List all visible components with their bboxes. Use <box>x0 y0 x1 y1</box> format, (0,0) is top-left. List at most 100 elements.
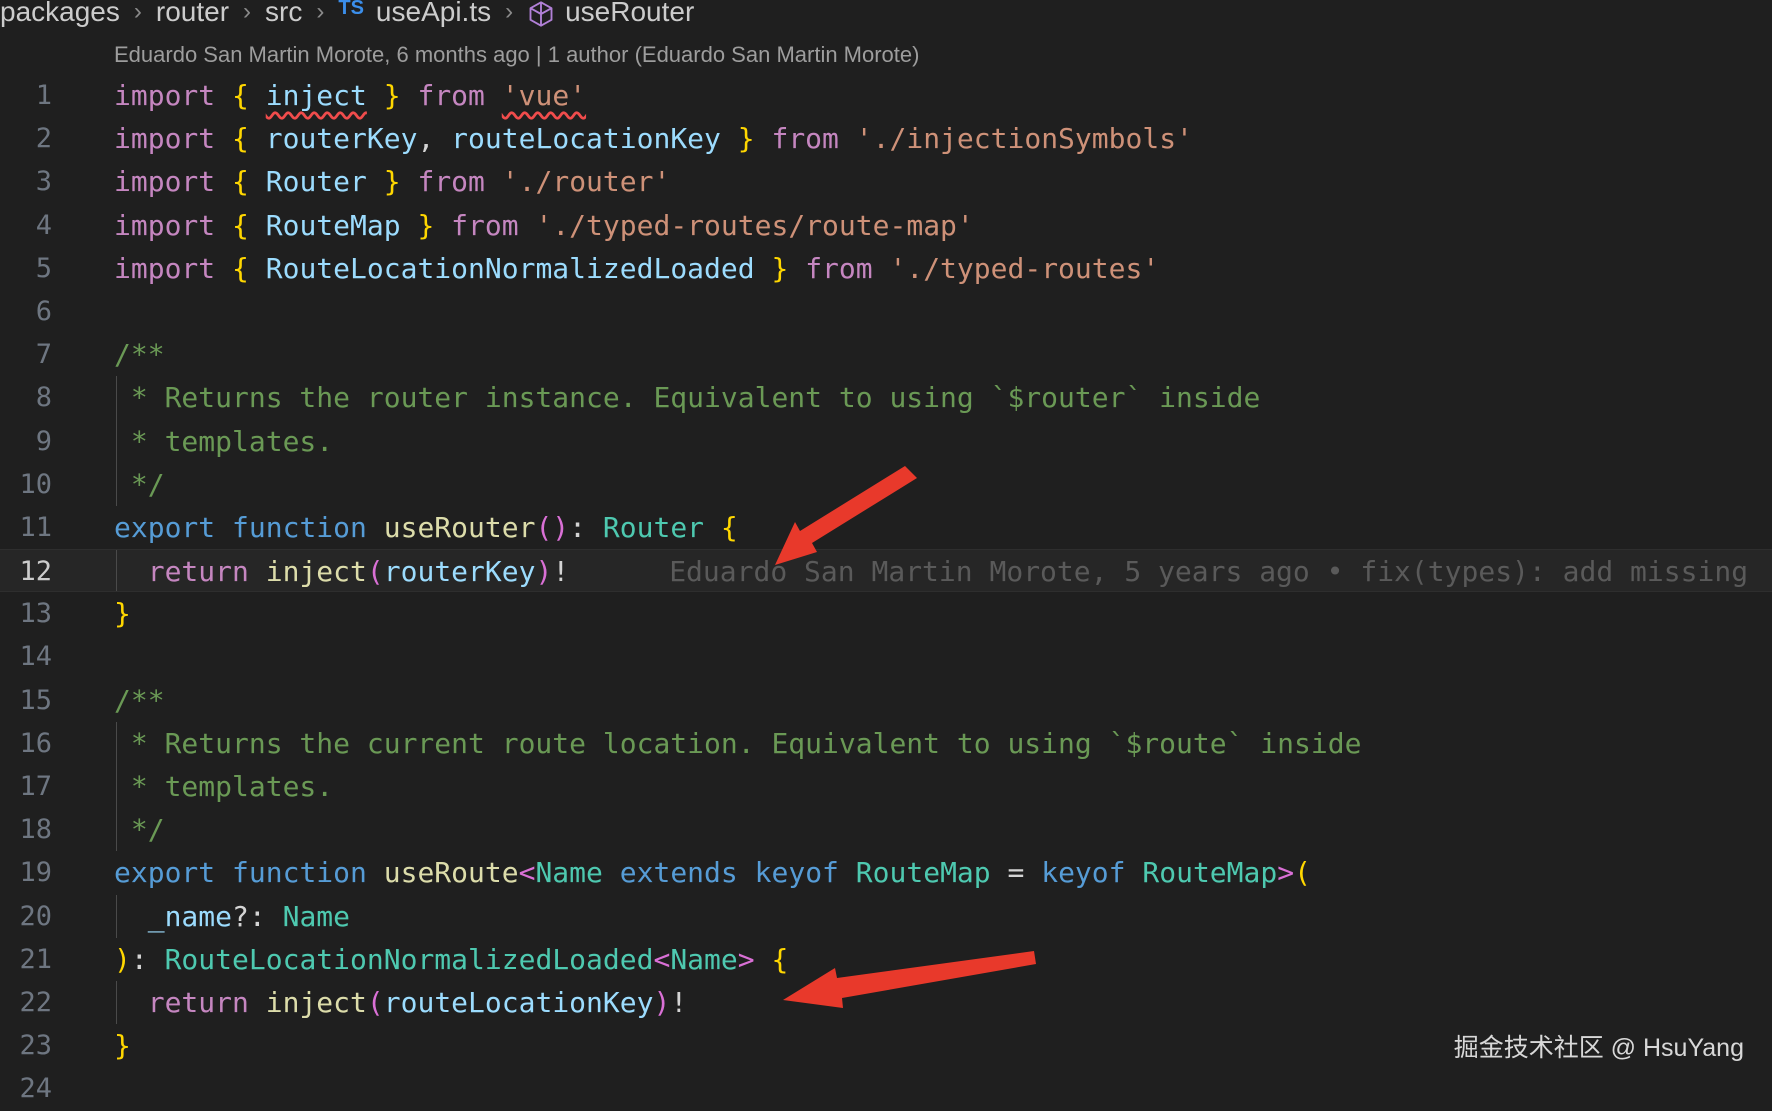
code-line[interactable]: 20 _name?: Name <box>0 894 1772 938</box>
code-token: RouteMap <box>265 208 401 242</box>
code-line[interactable]: 13} <box>0 592 1772 635</box>
code-text: /** <box>114 679 165 722</box>
code-token: ( <box>1294 856 1311 890</box>
code-line[interactable]: 10 */ <box>0 462 1772 506</box>
code-line[interactable]: 19 export function useRoute<Name extends … <box>0 851 1772 894</box>
code-token: > <box>737 942 755 976</box>
code-token: inject <box>265 79 367 112</box>
code-token: inject <box>265 555 367 589</box>
code-token: : <box>130 942 165 976</box>
code-token: Name <box>670 942 738 976</box>
code-token: return <box>147 985 249 1019</box>
line-number: 21 <box>19 943 52 975</box>
code-line[interactable]: 21): RouteLocationNormalizedLoaded<Name>… <box>0 938 1772 981</box>
code-token: * Returns the router instance. Equivalen… <box>114 381 1261 415</box>
code-text: import { inject } from 'vue' <box>114 74 586 117</box>
code-text: import { Router } from './router' <box>114 160 670 203</box>
line-number: 13 <box>19 598 52 630</box>
line-number: 9 <box>35 425 52 457</box>
code-line[interactable]: 17 * templates. <box>0 765 1772 809</box>
code-token: from <box>771 122 839 156</box>
breadcrumb-item-symbol[interactable]: useRouter <box>565 0 694 28</box>
code-token: import <box>114 208 216 242</box>
code-token: */ <box>114 813 165 847</box>
code-token: './typed-routes' <box>889 251 1160 285</box>
code-token: } <box>114 597 131 631</box>
code-token: () <box>535 510 570 544</box>
code-token: , <box>417 122 452 156</box>
breadcrumb-item-packages[interactable]: packages <box>0 0 120 28</box>
code-token: routerKey <box>265 122 418 156</box>
code-line[interactable]: 16 * Returns the current route location.… <box>0 721 1772 765</box>
code-line[interactable]: 7 /** <box>0 333 1772 376</box>
code-token: { <box>232 122 249 156</box>
code-token: { <box>232 165 249 199</box>
code-token: import <box>114 251 216 285</box>
code-token: { <box>232 79 249 112</box>
code-line[interactable]: 2 import { routerKey, routeLocationKey } … <box>0 117 1772 160</box>
code-line[interactable]: 24 <box>0 1067 1772 1110</box>
code-token: from <box>417 165 485 199</box>
breadcrumb-item-file[interactable]: useApi.ts <box>376 0 491 28</box>
code-token: from <box>805 251 873 285</box>
code-line[interactable]: 14 <box>0 635 1772 678</box>
code-token: inject <box>265 985 367 1019</box>
code-text: */ <box>114 808 165 851</box>
code-token: import <box>114 165 216 199</box>
code-token: return <box>147 555 249 589</box>
code-line[interactable]: 1 import { inject } from 'vue' <box>0 74 1772 117</box>
code-line[interactable]: 15 /** <box>0 679 1772 722</box>
code-editor[interactable]: 1 import { inject } from 'vue' 2 import { r… <box>0 74 1772 1111</box>
code-token: 'vue' <box>501 79 587 112</box>
code-token: './typed-routes/route-map' <box>535 208 974 242</box>
line-number: 20 <box>19 900 52 932</box>
code-token: export <box>114 510 216 544</box>
code-line[interactable]: 9 * templates. <box>0 419 1772 463</box>
breadcrumb-item-router[interactable]: router <box>156 0 229 28</box>
line-number: 23 <box>19 1030 52 1062</box>
code-token: RouteLocationNormalizedLoaded <box>164 942 654 976</box>
code-line[interactable]: 4 import { RouteMap } from './typed-route… <box>0 204 1772 247</box>
code-text: _name?: Name <box>114 895 350 938</box>
code-line[interactable]: 8 * Returns the router instance. Equival… <box>0 376 1772 420</box>
line-number: 2 <box>35 123 52 155</box>
code-line[interactable]: 3 import { Router } from './router' <box>0 160 1772 203</box>
chevron-right-icon: › <box>316 0 325 25</box>
chevron-right-icon: › <box>133 0 142 25</box>
code-token: routeLocationKey <box>451 122 721 156</box>
code-token: : <box>569 510 603 544</box>
code-token: * Returns the current route location. Eq… <box>114 726 1362 760</box>
codelens-blame[interactable]: Eduardo San Martin Morote, 6 months ago … <box>114 42 919 68</box>
code-line[interactable]: 22 return inject(routeLocationKey)! <box>0 980 1772 1025</box>
code-token: /** <box>114 683 165 717</box>
code-text: } <box>114 592 131 635</box>
code-line[interactable]: 12 return inject(routerKey)! Eduardo San … <box>0 549 1772 593</box>
code-line[interactable]: 6 <box>0 290 1772 333</box>
code-line[interactable]: 18 */ <box>0 808 1772 852</box>
breadcrumb-item-src[interactable]: src <box>265 0 302 28</box>
code-line[interactable]: 5 import { RouteLocationNormalizedLoaded … <box>0 247 1772 290</box>
inline-blame[interactable]: Eduardo San Martin Morote, 5 years ago •… <box>669 555 1748 588</box>
code-line[interactable]: 11 export function useRouter(): Router { <box>0 506 1772 549</box>
code-token: export <box>114 856 216 890</box>
code-text: } <box>114 1024 131 1067</box>
